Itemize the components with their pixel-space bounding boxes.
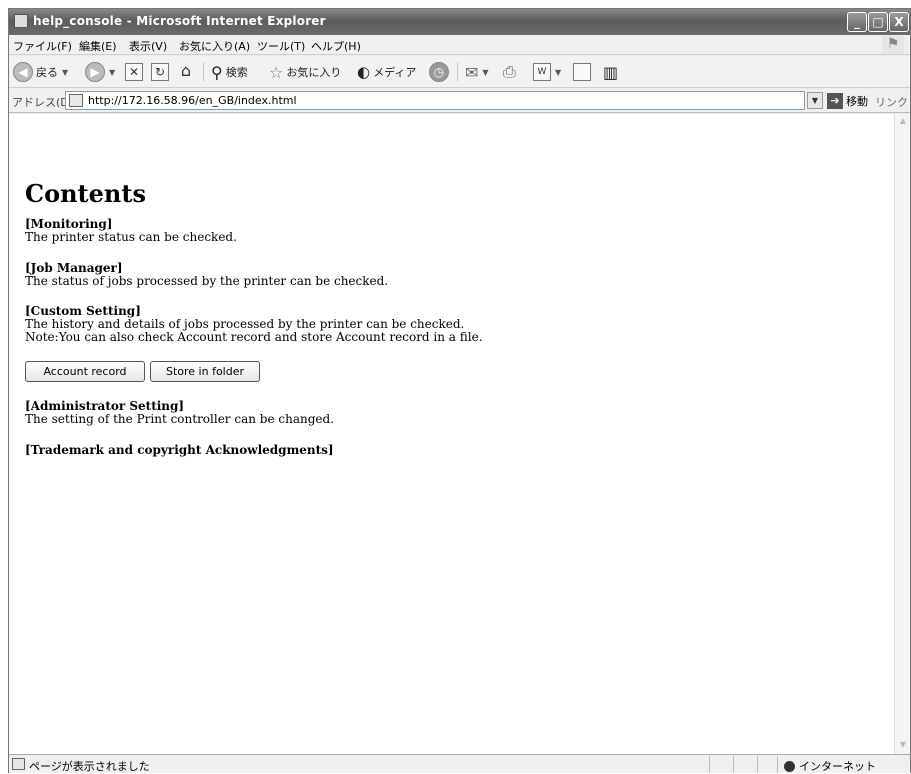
page-icon xyxy=(69,94,83,107)
title-bar: help_console - Microsoft Internet Explor… xyxy=(9,9,910,35)
section-note: Note:You can also check Account record a… xyxy=(25,330,483,344)
minimize-button[interactable]: _ xyxy=(847,12,867,32)
toolbar-separator xyxy=(203,62,204,82)
status-pane-divider xyxy=(777,756,778,773)
search-label: 検索 xyxy=(225,66,248,79)
messenger-icon: ▥ xyxy=(603,62,619,82)
page-title: Contents xyxy=(25,179,146,208)
messenger-button[interactable]: ▥ xyxy=(603,60,618,84)
home-button[interactable]: ⌂ xyxy=(177,60,195,84)
address-input[interactable]: http://172.16.58.96/en_GB/index.html xyxy=(65,91,805,110)
menu-help[interactable]: ヘルプ(H) xyxy=(311,38,361,54)
search-button[interactable]: ⚲ 検索 xyxy=(211,60,248,84)
address-url[interactable]: http://172.16.58.96/en_GB/index.html xyxy=(88,94,297,107)
go-label: 移動 xyxy=(846,95,868,108)
windows-flag-icon: ⚑ xyxy=(882,36,904,54)
scroll-down-icon[interactable]: ▼ xyxy=(897,740,909,752)
menu-favorites[interactable]: お気に入り(A) xyxy=(179,38,250,54)
section-heading-link[interactable]: [Trademark and copyright Acknowledgments… xyxy=(25,444,334,457)
print-button[interactable]: ⎙ xyxy=(503,60,516,84)
maximize-button[interactable]: □ xyxy=(868,12,888,32)
media-label: メディア xyxy=(373,66,417,79)
account-record-button[interactable]: Account record xyxy=(25,361,145,382)
status-bar: ページが表示されました インターネット xyxy=(9,754,910,773)
home-icon: ⌂ xyxy=(180,61,192,80)
history-button[interactable]: ◷ xyxy=(429,60,449,84)
store-in-folder-button[interactable]: Store in folder xyxy=(150,361,260,382)
stop-button[interactable]: ✕ xyxy=(125,60,143,84)
menu-bar: ファイル(F) 編集(E) 表示(V) お気に入り(A) ツール(T) ヘルプ(… xyxy=(9,35,910,55)
forward-button[interactable]: ▶ ▼ xyxy=(85,60,115,84)
status-text: ページが表示されました xyxy=(29,760,150,773)
section-administrator-setting: [Administrator Setting] The setting of t… xyxy=(25,400,334,426)
mail-dropdown-icon[interactable]: ▼ xyxy=(482,68,488,77)
favorites-button[interactable]: ☆ お気に入り xyxy=(269,60,341,84)
edit-button[interactable]: W ▼ xyxy=(533,60,561,84)
stop-icon: ✕ xyxy=(125,63,143,81)
page-content: Contents [Monitoring] The printer status… xyxy=(9,114,894,754)
go-arrow-icon: ➔ xyxy=(827,93,843,109)
close-button[interactable]: X xyxy=(889,12,909,32)
menu-view[interactable]: 表示(V) xyxy=(129,38,167,54)
browser-window: help_console - Microsoft Internet Explor… xyxy=(8,8,911,773)
toolbar: ◀ 戻る ▼ ▶ ▼ ✕ ↻ ⌂ ⚲ 検索 ☆ お気に入り ◐ メディア ◷ ✉… xyxy=(9,56,910,88)
history-icon: ◷ xyxy=(429,62,449,82)
status-pane-divider xyxy=(709,756,710,773)
app-icon xyxy=(14,14,28,28)
forward-dropdown-icon[interactable]: ▼ xyxy=(109,68,115,77)
section-description: The printer status can be checked. xyxy=(25,230,237,244)
mail-icon: ✉ xyxy=(465,62,479,82)
favorites-label: お気に入り xyxy=(286,66,342,79)
toolbar-separator xyxy=(457,62,458,82)
refresh-icon: ↻ xyxy=(151,63,169,81)
window-title: help_console - Microsoft Internet Explor… xyxy=(33,14,326,28)
back-icon: ◀ xyxy=(13,62,33,82)
refresh-button[interactable]: ↻ xyxy=(151,60,169,84)
discuss-button[interactable] xyxy=(573,60,591,84)
section-custom-setting: [Custom Setting] The history and details… xyxy=(25,305,483,344)
scroll-up-icon[interactable]: ▲ xyxy=(897,116,909,128)
print-icon: ⎙ xyxy=(503,62,516,81)
status-pane-divider xyxy=(733,756,734,773)
media-icon: ◐ xyxy=(357,63,371,81)
menu-edit[interactable]: 編集(E) xyxy=(79,38,117,54)
search-icon: ⚲ xyxy=(211,62,223,82)
security-zone: インターネット xyxy=(784,758,876,774)
vertical-scrollbar[interactable]: ▲ ▼ xyxy=(894,114,910,754)
back-button[interactable]: ◀ 戻る ▼ xyxy=(13,60,68,84)
favorites-star-icon: ☆ xyxy=(269,62,284,82)
zone-label: インターネット xyxy=(799,760,876,773)
globe-icon xyxy=(784,760,795,772)
address-bar: アドレス(D) http://172.16.58.96/en_GB/index.… xyxy=(9,89,910,123)
back-label: 戻る xyxy=(36,66,58,79)
section-monitoring: [Monitoring] The printer status can be c… xyxy=(25,218,237,244)
mail-button[interactable]: ✉ ▼ xyxy=(465,60,489,84)
page-status-icon xyxy=(12,758,25,770)
section-description: The status of jobs processed by the prin… xyxy=(25,274,389,288)
section-description: The setting of the Print controller can … xyxy=(25,412,334,426)
address-dropdown-icon[interactable]: ▼ xyxy=(807,92,823,109)
edit-icon: W xyxy=(533,63,551,81)
media-button[interactable]: ◐ メディア xyxy=(357,60,416,84)
discuss-icon xyxy=(573,63,591,81)
address-label: アドレス(D) xyxy=(12,96,74,109)
forward-icon: ▶ xyxy=(85,62,105,82)
back-dropdown-icon[interactable]: ▼ xyxy=(62,68,68,77)
edit-dropdown-icon[interactable]: ▼ xyxy=(555,68,561,77)
go-button[interactable]: ➔ 移動 xyxy=(827,92,868,110)
section-job-manager: [Job Manager] The status of jobs process… xyxy=(25,262,388,288)
menu-tools[interactable]: ツール(T) xyxy=(257,38,305,54)
menu-file[interactable]: ファイル(F) xyxy=(13,38,72,54)
section-trademark: [Trademark and copyright Acknowledgments… xyxy=(25,444,334,457)
status-pane-divider xyxy=(757,756,758,773)
